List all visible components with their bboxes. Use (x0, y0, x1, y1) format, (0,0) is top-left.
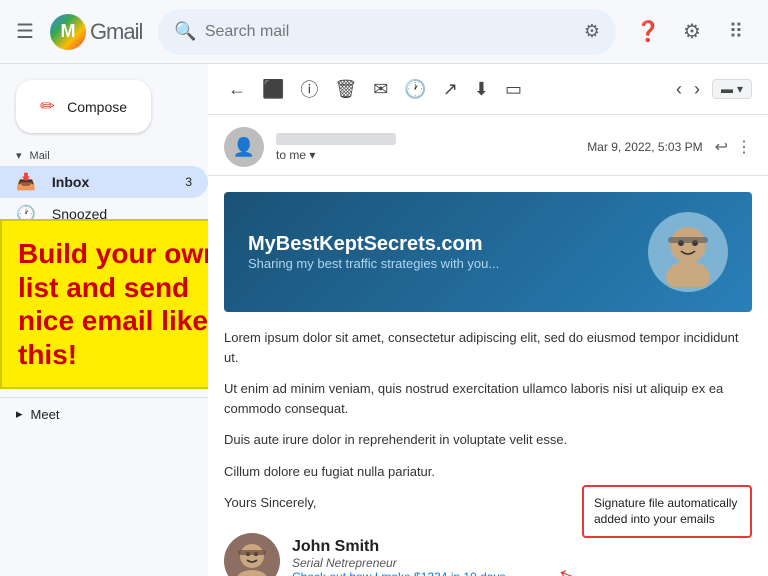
snooze-button[interactable]: 🕐 (400, 75, 430, 104)
sidebar-item-inbox[interactable]: 📥 Inbox 3 (0, 166, 208, 198)
view-icon: ▬ (721, 82, 733, 96)
email-date: Mar 9, 2022, 5:03 PM (587, 140, 702, 154)
more-options-icon[interactable]: ⋮ (736, 137, 752, 157)
sender-info: to me ▾ (276, 132, 575, 162)
search-bar[interactable]: 🔍 ⚙ (158, 9, 616, 55)
inbox-label: Inbox (52, 174, 169, 190)
move-button[interactable]: ⬇ (470, 75, 493, 104)
main-layout: ✏ Compose ▾ Mail 📥 Inbox 3 🕐 Snoozed ℹ I… (0, 64, 768, 576)
view-toggle[interactable]: ▬ ▾ (712, 79, 752, 99)
search-icon: 🔍 (174, 21, 196, 42)
delete-button[interactable]: 🗑 (330, 75, 361, 104)
meet-label[interactable]: ▸ Meet (16, 406, 192, 422)
email-header: 👤 to me ▾ Mar 9, 2022, 5:03 PM ↩ ⋮ (208, 115, 768, 176)
gmail-label: Gmail (90, 19, 142, 45)
sender-avatar: 👤 (224, 127, 264, 167)
signature-area: John Smith Serial Netrepreneur Check out… (224, 525, 752, 576)
compose-button[interactable]: ✏ Compose (16, 80, 151, 133)
to-dropdown-icon: ▾ (309, 148, 315, 162)
sender-name (276, 132, 575, 148)
sig-name: John Smith (292, 538, 505, 556)
email-area: ← ⬛ ⓘ 🗑 ✉ 🕐 ↗ ⬇ ▭ ‹ › ▬ ▾ 👤 (208, 64, 768, 576)
apps-icon[interactable]: ⠿ (720, 16, 752, 48)
gmail-m-logo: M (50, 14, 86, 50)
sig-info: John Smith Serial Netrepreneur Check out… (292, 538, 505, 576)
email-para-3: Duis aute irure dolor in reprehenderit i… (224, 430, 752, 450)
pencil-icon: ✏ (40, 96, 55, 117)
banner-sub: Sharing my best traffic strategies with … (248, 256, 499, 271)
meet-arrow-icon: ▸ (16, 406, 23, 422)
prev-email-button[interactable]: ‹ (672, 75, 686, 104)
reply-icon[interactable]: ↩ (715, 137, 728, 157)
gmail-logo: M Gmail (50, 14, 142, 50)
sender-to[interactable]: to me ▾ (276, 148, 575, 162)
banner-avatar (648, 212, 728, 292)
more-button[interactable]: ↗ (439, 75, 462, 104)
banner-text: MyBestKeptSecrets.com Sharing my best tr… (248, 233, 499, 271)
email-para-1: Lorem ipsum dolor sit amet, consectetur … (224, 328, 752, 367)
mail-arrow-icon: ▾ (16, 149, 22, 162)
sidebar: ✏ Compose ▾ Mail 📥 Inbox 3 🕐 Snoozed ℹ I… (0, 64, 208, 576)
hamburger-menu[interactable]: ☰ (16, 19, 34, 44)
back-button[interactable]: ← (224, 75, 250, 104)
callout-text: Signature file automatically added into … (594, 496, 737, 527)
inbox-icon: 📥 (16, 172, 36, 192)
mail-label: Mail (30, 150, 50, 162)
email-para-2: Ut enim ad minim veniam, quis nostrud ex… (224, 379, 752, 418)
settings-icon[interactable]: ⚙ (676, 16, 708, 48)
sig-callout: Signature file automatically added into … (582, 485, 752, 539)
mark-read-button[interactable]: ✉ (369, 75, 392, 104)
to-label: to me (276, 148, 306, 162)
email-banner: MyBestKeptSecrets.com Sharing my best tr… (224, 192, 752, 312)
filter-icon[interactable]: ⚙ (584, 21, 600, 42)
mail-section-label[interactable]: ▾ Mail (0, 141, 208, 166)
email-body: MyBestKeptSecrets.com Sharing my best tr… (208, 176, 768, 576)
archive-button[interactable]: ⬛ (258, 75, 288, 104)
banner-site: MyBestKeptSecrets.com (248, 233, 499, 256)
promo-text: Build your own list and send nice email … (18, 238, 208, 370)
search-input[interactable] (205, 23, 576, 41)
meet-section: ▸ Meet (0, 397, 208, 430)
callout-arrow-icon: ← (551, 551, 588, 576)
inbox-count: 3 (185, 175, 192, 189)
promo-overlay: Build your own list and send nice email … (0, 219, 208, 389)
sig-link[interactable]: Check out how I make $1234 in 10 days (292, 570, 505, 576)
label-button[interactable]: ▭ (501, 75, 526, 104)
top-icons: ❓ ⚙ ⠿ (632, 16, 752, 48)
nav-arrows: ‹ › (672, 75, 704, 104)
help-icon[interactable]: ❓ (632, 16, 664, 48)
signature-avatar (224, 533, 280, 576)
email-para-4: Cillum dolore eu fugiat nulla pariatur. (224, 462, 752, 482)
sig-title: Serial Netrepreneur (292, 556, 505, 570)
report-button[interactable]: ⓘ (296, 72, 322, 106)
compose-label: Compose (67, 99, 127, 115)
top-bar: ☰ M Gmail 🔍 ⚙ ❓ ⚙ ⠿ (0, 0, 768, 64)
next-email-button[interactable]: › (690, 75, 704, 104)
view-dropdown-icon: ▾ (737, 82, 743, 96)
email-header-icons: ↩ ⋮ (715, 137, 752, 157)
email-toolbar: ← ⬛ ⓘ 🗑 ✉ 🕐 ↗ ⬇ ▭ ‹ › ▬ ▾ (208, 64, 768, 115)
meet-text: Meet (31, 407, 60, 422)
